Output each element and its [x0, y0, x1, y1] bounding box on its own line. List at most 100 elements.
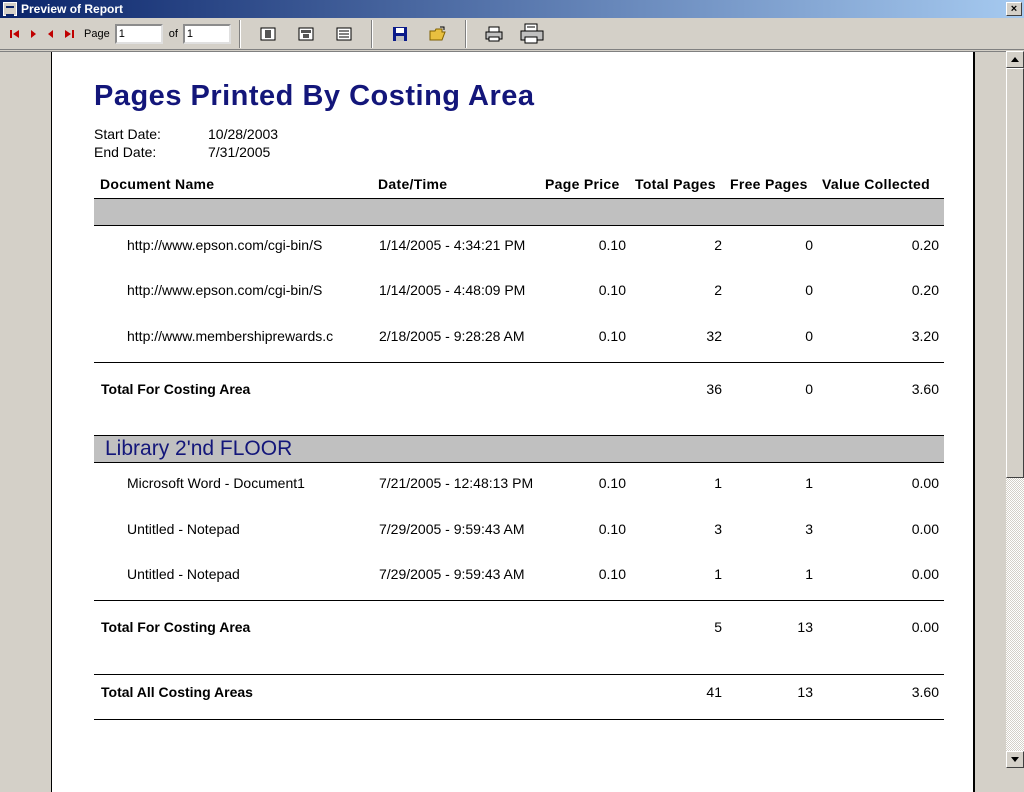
previous-page-button[interactable]: [42, 24, 60, 44]
column-header-total-pages: Total Pages: [635, 176, 716, 192]
page-label: Page: [84, 27, 110, 40]
grand-total-free: 13: [797, 684, 813, 700]
first-page-button[interactable]: [6, 24, 24, 44]
group-name: Library 2'nd FLOOR: [105, 437, 293, 460]
zoom-page-icon: [298, 27, 314, 40]
row-date: 1/14/2005 - 4:34:21 PM: [379, 237, 526, 253]
play-right-icon: [31, 29, 36, 38]
row-price: 0.10: [598, 475, 626, 491]
end-date-label: End Date:: [94, 144, 157, 160]
scroll-thumb[interactable]: [1006, 68, 1024, 478]
row-value: 0.00: [911, 475, 939, 491]
toolbar-separator: [238, 19, 241, 48]
arrow-down-icon: [1011, 757, 1019, 762]
row-price: 0.10: [598, 282, 626, 298]
of-label: of: [168, 27, 178, 40]
column-header-free-pages: Free Pages: [730, 176, 808, 192]
row-total: 1: [714, 566, 722, 582]
group-header-band: [94, 198, 944, 226]
grand-total-value: 3.60: [911, 684, 939, 700]
folder-open-icon: [429, 26, 446, 40]
group-total-label: Total For Costing Area: [101, 619, 251, 635]
save-icon: [392, 26, 407, 41]
group-total-free: 13: [797, 619, 813, 635]
group-total-pages: 5: [714, 619, 722, 635]
row-date: 2/18/2005 - 9:28:28 AM: [379, 328, 525, 344]
row-value: 0.00: [911, 521, 939, 537]
save-button[interactable]: [386, 22, 414, 46]
row-value: 0.20: [911, 282, 939, 298]
row-total: 2: [714, 237, 722, 253]
row-free: 0: [805, 328, 813, 344]
row-date: 7/29/2005 - 9:59:43 AM: [379, 566, 525, 582]
report-title: Pages Printed By Costing Area: [94, 80, 535, 112]
row-free: 0: [805, 237, 813, 253]
toolbar-separator: [370, 19, 373, 48]
grand-total-label: Total All Costing Areas: [101, 684, 253, 700]
row-price: 0.10: [598, 328, 626, 344]
column-header-value-collected: Value Collected: [822, 176, 930, 192]
preview-area: Pages Printed By Costing Area Start Date…: [0, 51, 1006, 792]
row-doc: Untitled - Notepad: [127, 566, 240, 582]
first-page-icon: [10, 29, 19, 38]
arrow-up-icon: [1011, 57, 1019, 62]
divider-line: [94, 600, 944, 601]
row-price: 0.10: [598, 237, 626, 253]
row-value: 3.20: [911, 328, 939, 344]
toolbar: Page of: [0, 18, 1024, 50]
print-button[interactable]: [480, 22, 508, 46]
print-setup-button[interactable]: [518, 22, 546, 46]
report-page: Pages Printed By Costing Area Start Date…: [51, 52, 975, 792]
group-total-value: 3.60: [911, 381, 939, 397]
page-number-input[interactable]: [114, 23, 163, 44]
total-pages-field: [182, 23, 231, 44]
window-title: Preview of Report: [21, 2, 124, 16]
app-icon: [3, 2, 17, 16]
row-value: 0.20: [911, 237, 939, 253]
grand-total-pages: 41: [706, 684, 722, 700]
row-price: 0.10: [598, 521, 626, 537]
row-date: 1/14/2005 - 4:48:09 PM: [379, 282, 526, 298]
divider-line: [94, 719, 944, 720]
divider-line: [94, 674, 944, 675]
group-total-free: 0: [805, 381, 813, 397]
last-page-button[interactable]: [60, 24, 78, 44]
next-page-button[interactable]: [24, 24, 42, 44]
row-total: 1: [714, 475, 722, 491]
one-page-view-button[interactable]: [254, 22, 282, 46]
page-width-button[interactable]: [330, 22, 358, 46]
scroll-up-button[interactable]: [1006, 51, 1024, 68]
row-doc: http://www.epson.com/cgi-bin/S: [127, 282, 323, 298]
column-header-page-price: Page Price: [545, 176, 620, 192]
column-header-document: Document Name: [100, 176, 215, 192]
group-total-pages: 36: [706, 381, 722, 397]
zoom-view-button[interactable]: [292, 22, 320, 46]
column-header-datetime: Date/Time: [378, 176, 448, 192]
row-date: 7/21/2005 - 12:48:13 PM: [379, 475, 534, 491]
row-free: 0: [805, 282, 813, 298]
row-free: 1: [805, 475, 813, 491]
row-value: 0.00: [911, 566, 939, 582]
close-button[interactable]: ×: [1006, 2, 1022, 16]
group-total-label: Total For Costing Area: [101, 381, 251, 397]
vertical-scrollbar[interactable]: [1006, 51, 1024, 768]
play-left-icon: [48, 29, 53, 38]
open-button[interactable]: [424, 22, 452, 46]
group-header-band: Library 2'nd FLOOR: [94, 435, 944, 463]
row-doc: Untitled - Notepad: [127, 521, 240, 537]
group-total-value: 0.00: [911, 619, 939, 635]
row-price: 0.10: [598, 566, 626, 582]
single-page-icon: [260, 27, 276, 40]
row-total: 3: [714, 521, 722, 537]
title-bar: Preview of Report ×: [0, 0, 1024, 18]
page-width-icon: [336, 27, 352, 40]
row-doc: http://www.membershiprewards.c: [127, 328, 334, 344]
start-date-label: Start Date:: [94, 126, 161, 142]
start-date-value: 10/28/2003: [208, 126, 279, 142]
row-total: 32: [706, 328, 722, 344]
row-doc: Microsoft Word - Document1: [127, 475, 305, 491]
row-doc: http://www.epson.com/cgi-bin/S: [127, 237, 323, 253]
row-free: 3: [805, 521, 813, 537]
scroll-down-button[interactable]: [1006, 751, 1024, 768]
divider-line: [94, 362, 944, 363]
